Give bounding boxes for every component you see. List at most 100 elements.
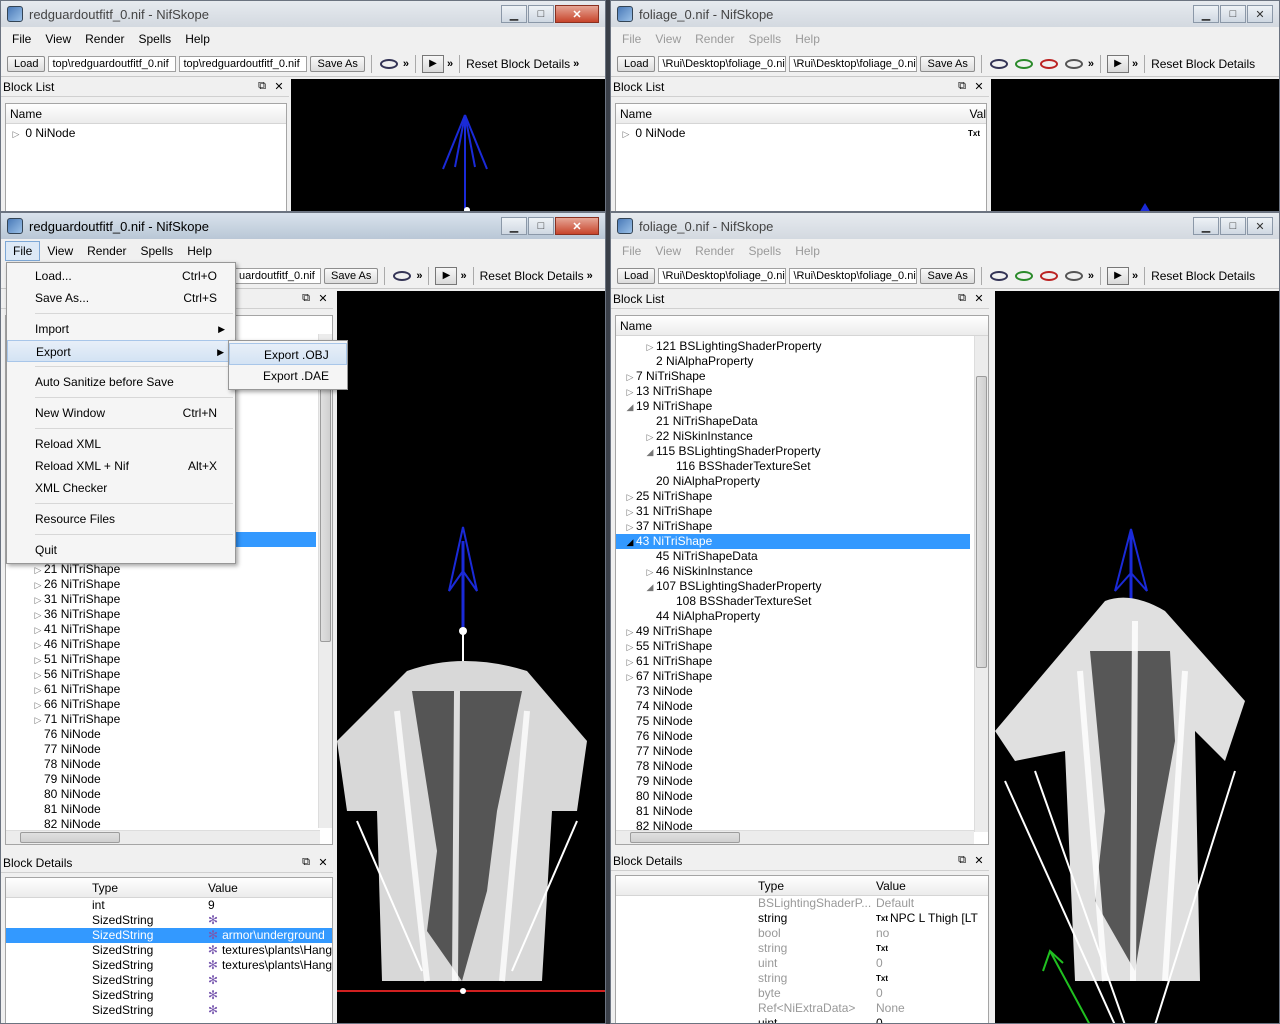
close-icon[interactable]: ✕ [272, 80, 286, 93]
name-column-header[interactable]: Name [616, 319, 652, 333]
menu-render[interactable]: Render [688, 30, 741, 48]
detail-row[interactable]: string Txt NPC L Thigh [LT [616, 911, 988, 926]
reset-block-details-button[interactable]: Reset Block Details [480, 269, 584, 283]
title-bar[interactable]: redguardoutfitf_0.nif - NifSkope ▁ □ ✕ [1, 213, 605, 239]
tree-row[interactable]: 2 NiAlphaProperty [616, 354, 970, 369]
detail-value[interactable]: no [876, 926, 889, 941]
load-path-input[interactable]: \Rui\Desktop\foliage_0.nif [658, 55, 787, 72]
overflow-chevron-icon[interactable]: » [1132, 270, 1138, 282]
tree-row[interactable]: ▷ 56 NiTriShape [6, 667, 318, 682]
save-path-input[interactable]: \Rui\Desktop\foliage_0.nif [789, 55, 918, 72]
load-button[interactable]: Load [617, 55, 656, 72]
detail-row[interactable]: Ref<NiExtraData> None [616, 1001, 988, 1016]
tree-row[interactable]: ▷ 13 NiTriShape [616, 384, 970, 399]
title-bar[interactable]: redguardoutfitf_0.nif - NifSkope ▁ □ ✕ [1, 1, 605, 27]
menu-view[interactable]: View [38, 30, 78, 48]
menu-spells[interactable]: Spells [132, 30, 179, 48]
overflow-chevron-icon[interactable]: » [1088, 58, 1094, 70]
vertical-scrollbar[interactable] [318, 334, 332, 828]
detail-value[interactable]: textures\plants\Hang [222, 943, 332, 958]
tree-row[interactable]: 76 NiNode [616, 729, 970, 744]
detail-value[interactable]: NPC L Thigh [LT [890, 911, 978, 926]
detail-row[interactable]: int 9 [6, 898, 332, 913]
menu-item-quit[interactable]: Quit [7, 539, 235, 561]
expand-arrow-icon[interactable]: ▷ [32, 608, 44, 623]
expand-arrow-icon[interactable]: ▷ [624, 625, 636, 640]
expand-arrow-icon[interactable]: ▷ [10, 127, 22, 142]
menu-help[interactable]: Help [178, 30, 217, 48]
tree-row[interactable]: 78 NiNode [6, 757, 318, 772]
title-bar[interactable]: foliage_0.nif - NifSkope ▁ □ ✕ [611, 1, 1279, 27]
close-icon[interactable]: ✕ [316, 292, 330, 305]
tree-row[interactable]: 77 NiNode [6, 742, 318, 757]
export-dae-menu-item[interactable]: Export .DAE [229, 365, 347, 387]
close-button[interactable]: ✕ [555, 5, 599, 23]
tree-row[interactable]: ▷ 31 NiTriShape [6, 592, 318, 607]
load-button[interactable]: Load [7, 55, 46, 72]
view-eye-green-icon[interactable] [1014, 270, 1033, 281]
expand-arrow-icon[interactable]: ▷ [624, 670, 636, 685]
render-viewport[interactable] [991, 79, 1279, 211]
tree-row[interactable]: 81 NiNode [6, 802, 318, 817]
expand-arrow-icon[interactable]: ▷ [624, 640, 636, 655]
tree-row[interactable]: ▷ 61 NiTriShape [6, 682, 318, 697]
tree-row[interactable]: ▷ 71 NiTriShape [6, 712, 318, 727]
tree-row[interactable]: 21 NiTriShapeData [616, 414, 970, 429]
load-path-input[interactable]: \Rui\Desktop\foliage_0.nif [658, 267, 787, 284]
load-path-input[interactable]: top\redguardoutfitf_0.nif [48, 55, 177, 72]
tree-row[interactable]: 45 NiTriShapeData [616, 549, 970, 564]
view-eye-red-icon[interactable] [1039, 58, 1058, 69]
maximize-button[interactable]: □ [528, 217, 554, 235]
block-list-tree[interactable]: Name Val ▷ 0 NiNode Txt [615, 103, 987, 211]
menu-render[interactable]: Render [80, 242, 133, 260]
close-button[interactable]: ✕ [555, 217, 599, 235]
tree-row[interactable]: 77 NiNode [616, 744, 970, 759]
expand-arrow-icon[interactable]: ▷ [32, 713, 44, 728]
value-column-header[interactable]: Value [204, 881, 238, 895]
tree-row[interactable]: 20 NiAlphaProperty [616, 474, 970, 489]
value-column-header[interactable]: Val [966, 107, 986, 121]
tree-row[interactable]: ▷ 67 NiTriShape [616, 669, 970, 684]
tree-row[interactable]: ◢ 115 BSLightingShaderProperty [616, 444, 970, 459]
tree-row[interactable]: 75 NiNode [616, 714, 970, 729]
save-as-button[interactable]: Save As [920, 55, 975, 72]
menu-view[interactable]: View [648, 30, 688, 48]
tree-row[interactable]: ▷ 31 NiTriShape [616, 504, 970, 519]
float-icon[interactable]: ⧉ [955, 854, 969, 867]
play-icon[interactable]: ▶ [1106, 54, 1129, 73]
maximize-button[interactable]: □ [1220, 217, 1246, 235]
scroll-thumb[interactable] [976, 376, 987, 668]
close-icon[interactable]: ✕ [972, 292, 986, 305]
tree-row[interactable]: 80 NiNode [6, 787, 318, 802]
save-as-button[interactable]: Save As [324, 267, 379, 284]
menu-item-import[interactable]: Import ▶ [7, 318, 235, 340]
expand-arrow-icon[interactable]: ▷ [624, 505, 636, 520]
overflow-chevron-icon[interactable]: » [447, 58, 453, 70]
vertical-scrollbar[interactable] [974, 336, 988, 832]
scroll-thumb[interactable] [630, 832, 740, 843]
float-icon[interactable]: ⧉ [299, 856, 313, 869]
reset-block-details-button[interactable]: Reset Block Details [1151, 57, 1255, 71]
detail-row[interactable]: SizedString ✻ [6, 973, 332, 988]
menu-item-export[interactable]: Export ▶ [7, 340, 235, 362]
menu-file[interactable]: File [615, 30, 648, 48]
tree-row[interactable]: ▷ 0 NiNode Txt [616, 126, 986, 141]
overflow-chevron-icon[interactable]: » [573, 58, 579, 70]
menu-item-auto-sanitize-before-save[interactable]: Auto Sanitize before Save [7, 371, 235, 393]
expand-arrow-icon[interactable]: ▷ [32, 698, 44, 713]
expand-arrow-icon[interactable]: ▷ [624, 655, 636, 670]
tree-row[interactable]: ▷ 22 NiSkinInstance [616, 429, 970, 444]
tree-row[interactable]: ▷ 49 NiTriShape [616, 624, 970, 639]
overflow-chevron-icon[interactable]: » [1132, 58, 1138, 70]
scroll-thumb[interactable] [20, 832, 120, 843]
overflow-chevron-icon[interactable]: » [403, 58, 409, 70]
detail-row[interactable]: SizedString ✻ [6, 1003, 332, 1018]
value-column-header[interactable]: Value [872, 879, 906, 893]
tree-row[interactable]: 79 NiNode [616, 774, 970, 789]
block-details-table[interactable]: Type Value int 9 SizedString ✻ SizedString… [5, 877, 333, 1023]
tree-row[interactable]: 79 NiNode [6, 772, 318, 787]
tree-row[interactable]: ▷ 51 NiTriShape [6, 652, 318, 667]
render-viewport[interactable] [337, 291, 605, 1023]
name-column-header[interactable]: Name [6, 107, 42, 121]
reset-block-details-button[interactable]: Reset Block Details [466, 57, 570, 71]
